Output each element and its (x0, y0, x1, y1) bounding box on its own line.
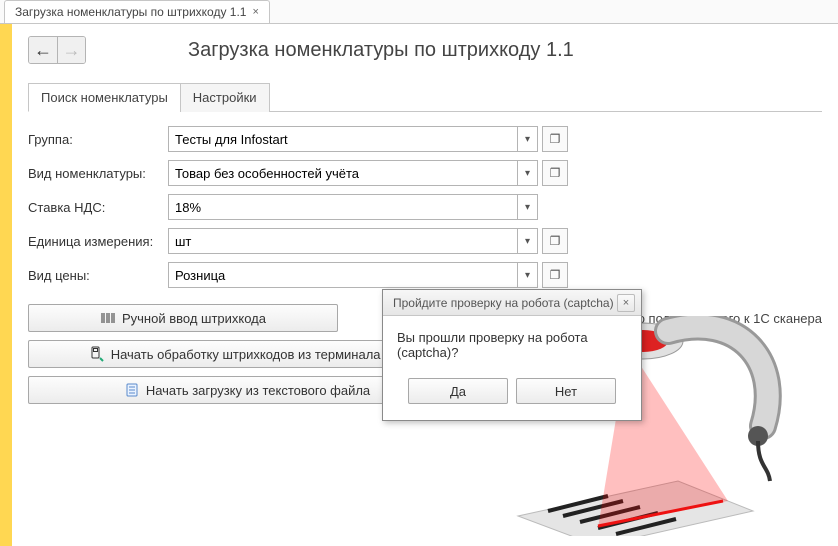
group-dropdown-icon[interactable]: ▾ (517, 127, 537, 151)
captcha-dialog: Пройдите проверку на робота (captcha) × … (382, 289, 642, 421)
close-icon: × (623, 297, 629, 309)
group-open-button[interactable]: ❐ (542, 126, 568, 152)
label-price: Вид цены: (28, 258, 168, 292)
open-icon: ❐ (550, 268, 561, 282)
label-unit: Единица измерения: (28, 224, 168, 258)
scanner-hint: о подключенного к 1С сканера (638, 311, 822, 326)
open-icon: ❐ (550, 166, 561, 180)
window-tab[interactable]: Загрузка номенклатуры по штрихкоду 1.1 × (4, 0, 270, 23)
open-icon: ❐ (550, 234, 561, 248)
kind-open-button[interactable]: ❐ (542, 160, 568, 186)
kind-input[interactable] (169, 161, 517, 185)
vat-dropdown-icon[interactable]: ▾ (517, 195, 537, 219)
dialog-yes-label: Да (450, 384, 466, 399)
left-gutter (0, 24, 12, 546)
unit-field[interactable]: ▾ (168, 228, 538, 254)
dialog-close-button[interactable]: × (617, 294, 635, 312)
price-open-button[interactable]: ❐ (542, 262, 568, 288)
dialog-title: Пройдите проверку на робота (captcha) (393, 296, 614, 310)
price-input[interactable] (169, 263, 517, 287)
manual-barcode-button[interactable]: Ручной ввод штрихкода (28, 304, 338, 332)
kind-field[interactable]: ▾ (168, 160, 538, 186)
label-group: Группа: (28, 122, 168, 156)
label-vat: Ставка НДС: (28, 190, 168, 224)
open-icon: ❐ (550, 132, 561, 146)
dialog-no-label: Нет (555, 384, 577, 399)
window-tabstrip: Загрузка номенклатуры по штрихкоду 1.1 × (0, 0, 838, 24)
terminal-icon (89, 346, 105, 362)
barcode-icon (100, 310, 116, 326)
back-button[interactable]: ← (29, 37, 57, 63)
file-icon (124, 382, 140, 398)
tab-settings[interactable]: Настройки (180, 83, 270, 112)
dialog-no-button[interactable]: Нет (516, 378, 616, 404)
group-field[interactable]: ▾ (168, 126, 538, 152)
unit-dropdown-icon[interactable]: ▾ (517, 229, 537, 253)
vat-field[interactable]: ▾ (168, 194, 538, 220)
manual-barcode-label: Ручной ввод штрихкода (122, 311, 266, 326)
price-dropdown-icon[interactable]: ▾ (517, 263, 537, 287)
dialog-message: Вы прошли проверку на робота (captcha)? (397, 330, 627, 360)
textfile-import-label: Начать загрузку из текстового файла (146, 383, 370, 398)
price-field[interactable]: ▾ (168, 262, 538, 288)
page-title: Загрузка номенклатуры по штрихкоду 1.1 (188, 39, 574, 62)
unit-input[interactable] (169, 229, 517, 253)
terminal-import-label: Начать обработку штрихкодов из терминала… (111, 347, 406, 362)
inner-tabs: Поиск номенклатуры Настройки (28, 82, 822, 112)
forward-arrow-icon: → (63, 40, 81, 61)
tab-search[interactable]: Поиск номенклатуры (28, 83, 181, 112)
group-input[interactable] (169, 127, 517, 151)
vat-input[interactable] (169, 195, 517, 219)
dialog-yes-button[interactable]: Да (408, 378, 508, 404)
forward-button[interactable]: → (57, 37, 85, 63)
window-tab-title: Загрузка номенклатуры по штрихкоду 1.1 (15, 5, 246, 19)
kind-dropdown-icon[interactable]: ▾ (517, 161, 537, 185)
form-table: Группа: ▾ ❐ Вид номенклатуры: (28, 122, 822, 292)
history-nav: ← → (28, 36, 86, 64)
unit-open-button[interactable]: ❐ (542, 228, 568, 254)
back-arrow-icon: ← (34, 40, 52, 61)
window-tab-close-icon[interactable]: × (252, 6, 258, 18)
label-kind: Вид номенклатуры: (28, 156, 168, 190)
